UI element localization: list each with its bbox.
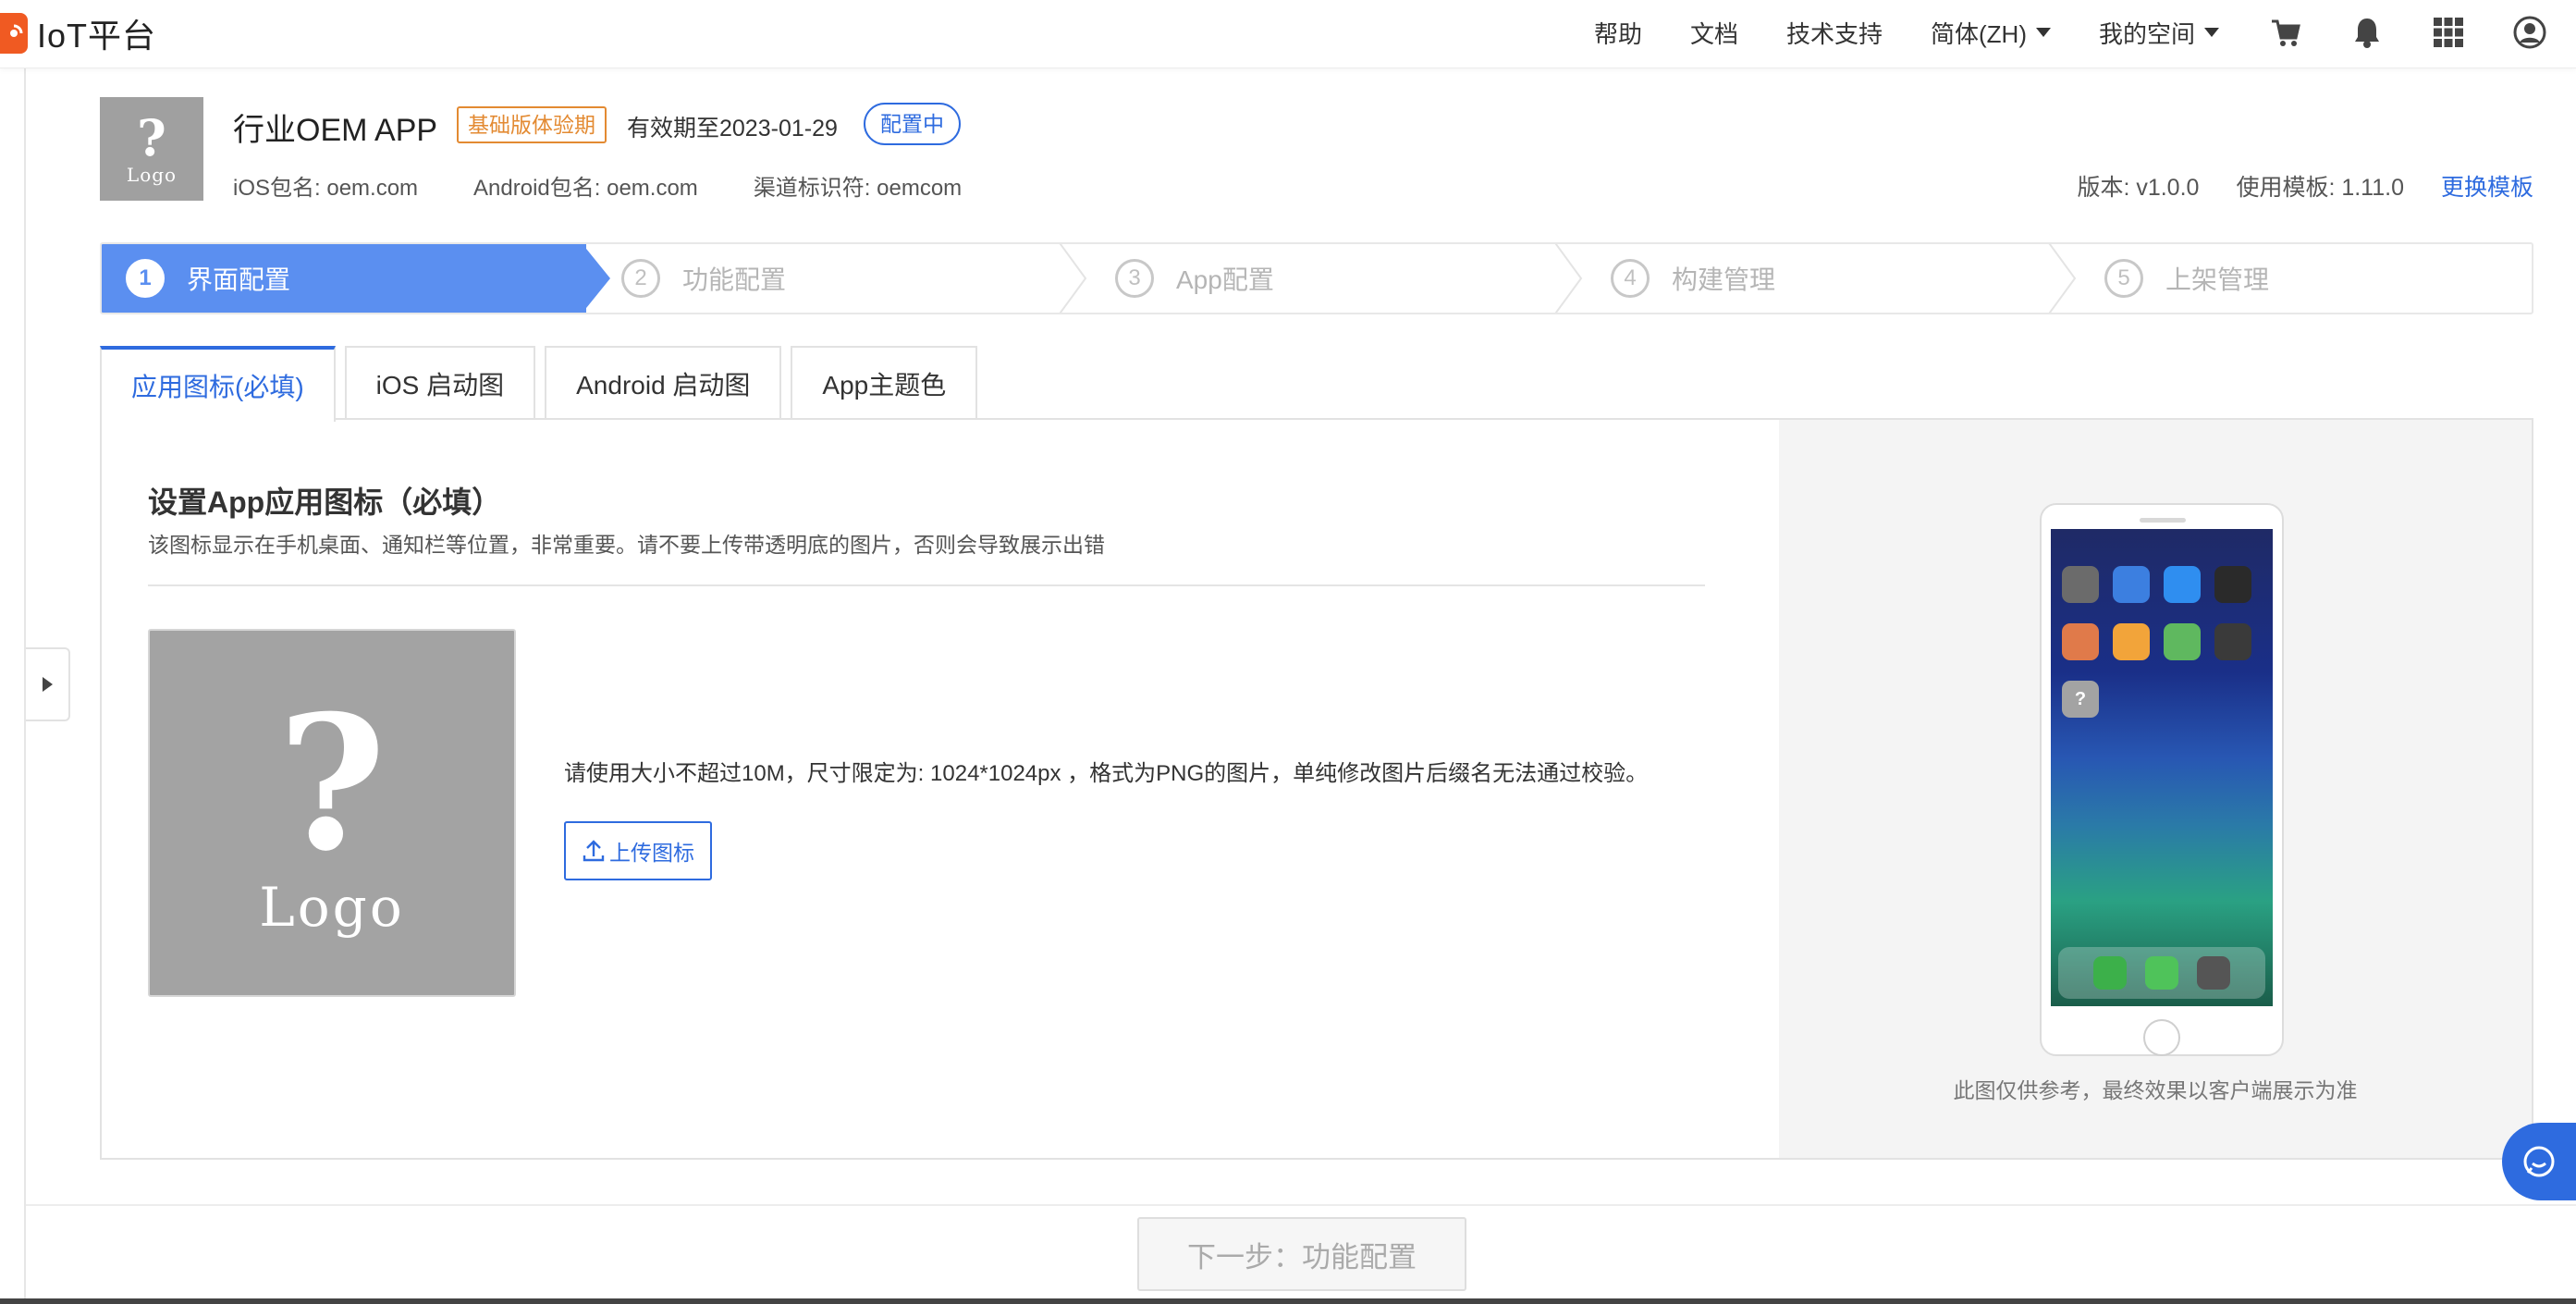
safari-app-icon [2113, 566, 2150, 603]
step-separator [2048, 244, 2077, 313]
chat-icon [2523, 1146, 2555, 1177]
settings-app-icon [2062, 566, 2099, 603]
divider [148, 584, 1705, 586]
home-app-icon [2113, 623, 2150, 660]
chevron-down-icon [2204, 28, 2219, 37]
customer-service-button[interactable] [2502, 1123, 2576, 1200]
nav-help-link[interactable]: 帮助 [1594, 16, 1642, 50]
app-logo-placeholder: ? Logo [100, 97, 203, 201]
top-nav-links: 帮助 文档 技术支持 简体(ZH) 我的空间 [1594, 0, 2576, 65]
sidebar-expand-button[interactable] [26, 647, 70, 721]
photos-app-icon [2062, 623, 2099, 660]
cart-icon[interactable] [2267, 14, 2304, 51]
section-title: 设置App应用图标（必填） [148, 486, 502, 519]
preview-note: 此图仅供参考，最终效果以客户端展示为准 [1953, 1078, 2358, 1102]
wallet-app-icon [2214, 623, 2251, 660]
nav-support-link[interactable]: 技术支持 [1786, 16, 1883, 50]
question-mark-icon: ? [137, 108, 166, 167]
tab-app-icon[interactable]: 应用图标(必填) [100, 346, 336, 422]
step-separator [1059, 244, 1087, 313]
question-mark-icon: ? [277, 675, 386, 892]
workspace-label: 我的空间 [2098, 19, 2195, 48]
step-number: 1 [126, 259, 165, 298]
next-step-button[interactable]: 下一步：功能配置 [1137, 1217, 1466, 1291]
change-template-link[interactable]: 更换模板 [2441, 169, 2533, 203]
icon-settings-pane: 设置App应用图标（必填） 该图标显示在手机桌面、通知栏等位置，非常重要。请不要… [102, 420, 1779, 1158]
chevron-down-icon [2035, 28, 2051, 37]
template-version: 使用模板: 1.11.0 [2236, 175, 2404, 201]
phone-home-button [2143, 1019, 2180, 1056]
package-info: iOS包名: oem.com Android包名: oem.com 渠道标识符:… [233, 169, 1017, 202]
step-number: 5 [2104, 259, 2143, 298]
messages-app-icon [2145, 956, 2178, 990]
brand-name: IoT平台 [37, 17, 157, 55]
bell-icon[interactable] [2349, 14, 2386, 51]
step-label: 上架管理 [2165, 265, 2270, 294]
phone-home-screen: ? [2051, 529, 2273, 1006]
progress-steps: 1 界面配置 2 功能配置 3 App配置 4 构建管理 5 上架管理 [100, 242, 2533, 314]
apps-grid-icon[interactable] [2430, 14, 2467, 51]
camera-app-icon [2197, 956, 2230, 990]
app-logo-text: Logo [126, 164, 178, 186]
version-text: 版本: v1.0.0 [2077, 175, 2200, 201]
phone-preview-pane: ? 此图仅供参考，最终效果以客户端展示为准 [1779, 420, 2532, 1158]
step-release-management[interactable]: 5 上架管理 [2104, 244, 2269, 313]
tab-android-splash[interactable]: Android 启动图 [545, 346, 782, 420]
step-label: 界面配置 [187, 265, 291, 294]
tab-ios-splash[interactable]: iOS 启动图 [344, 346, 536, 420]
validity-date: 有效期至2023-01-29 [627, 116, 838, 141]
ios-package: iOS包名: oem.com [233, 176, 419, 201]
step-number: 4 [1611, 259, 1650, 298]
status-badge: 配置中 [864, 103, 961, 145]
step-app-config[interactable]: 3 App配置 [1115, 244, 1274, 313]
home-screen-app-grid: ? [2062, 566, 2251, 718]
step-separator [1554, 244, 1583, 313]
window-bottom-edge [0, 1298, 2576, 1304]
upload-icon [583, 840, 605, 862]
tab-theme-color[interactable]: App主题色 [791, 346, 978, 420]
phone-mockup: ? [2040, 503, 2284, 1056]
step-feature-config[interactable]: 2 功能配置 [621, 244, 786, 313]
left-sidebar-collapsed [0, 68, 26, 1304]
language-label: 简体(ZH) [1931, 19, 2027, 48]
phone-app-icon [2093, 956, 2127, 990]
brand-logo-icon [0, 13, 28, 54]
nav-docs-link[interactable]: 文档 [1690, 16, 1738, 50]
config-tabs: 应用图标(必填) iOS 启动图 Android 启动图 App主题色 [100, 346, 987, 422]
user-icon[interactable] [2511, 14, 2548, 51]
footer-bar: 下一步：功能配置 [26, 1204, 2576, 1304]
icon-preview-logo-text: Logo [259, 876, 405, 939]
step-number: 3 [1115, 259, 1154, 298]
app-header: ? Logo 行业OEM APP 基础版体验期 有效期至2023-01-29 配… [100, 97, 2533, 208]
clock-app-icon [2214, 566, 2251, 603]
upload-requirements: 请使用大小不超过10M，尺寸限定为: 1024*1024px ，格式为PNG的图… [564, 761, 1649, 786]
step-number: 2 [621, 259, 660, 298]
brand[interactable]: IoT平台 [0, 13, 156, 55]
language-dropdown[interactable]: 简体(ZH) [1931, 16, 2051, 50]
oem-app-icon: ? [2062, 681, 2099, 718]
step-arrow [583, 244, 610, 313]
step-build-management[interactable]: 4 构建管理 [1611, 244, 1775, 313]
phone-speaker [2140, 518, 2186, 523]
app-store-icon [2164, 566, 2201, 603]
step-label: 构建管理 [1672, 265, 1776, 294]
channel-id: 渠道标识符: oemcom [753, 176, 963, 201]
icon-preview-placeholder: ? Logo [148, 629, 516, 997]
trial-badge: 基础版体验期 [457, 106, 607, 143]
app-title: 行业OEM APP [233, 113, 438, 148]
maps-app-icon [2164, 623, 2201, 660]
upload-icon-button[interactable]: 上传图标 [564, 821, 712, 880]
workspace-dropdown[interactable]: 我的空间 [2099, 16, 2219, 50]
step-label: 功能配置 [682, 265, 787, 294]
step-label: App配置 [1176, 265, 1274, 294]
chevron-right-icon [42, 677, 53, 692]
top-navigation-bar: IoT平台 帮助 文档 技术支持 简体(ZH) 我的空间 [0, 0, 2576, 68]
section-description: 该图标显示在手机桌面、通知栏等位置，非常重要。请不要上传带透明底的图片，否则会导… [148, 533, 1105, 557]
config-panel: 设置App应用图标（必填） 该图标显示在手机桌面、通知栏等位置，非常重要。请不要… [100, 418, 2533, 1160]
step-interface-config[interactable]: 1 界面配置 [102, 244, 586, 313]
android-package: Android包名: oem.com [473, 176, 698, 201]
version-info: 版本: v1.0.0 使用模板: 1.11.0 更换模板 [2040, 169, 2533, 203]
phone-dock [2058, 947, 2265, 999]
upload-button-label: 上传图标 [609, 841, 694, 865]
